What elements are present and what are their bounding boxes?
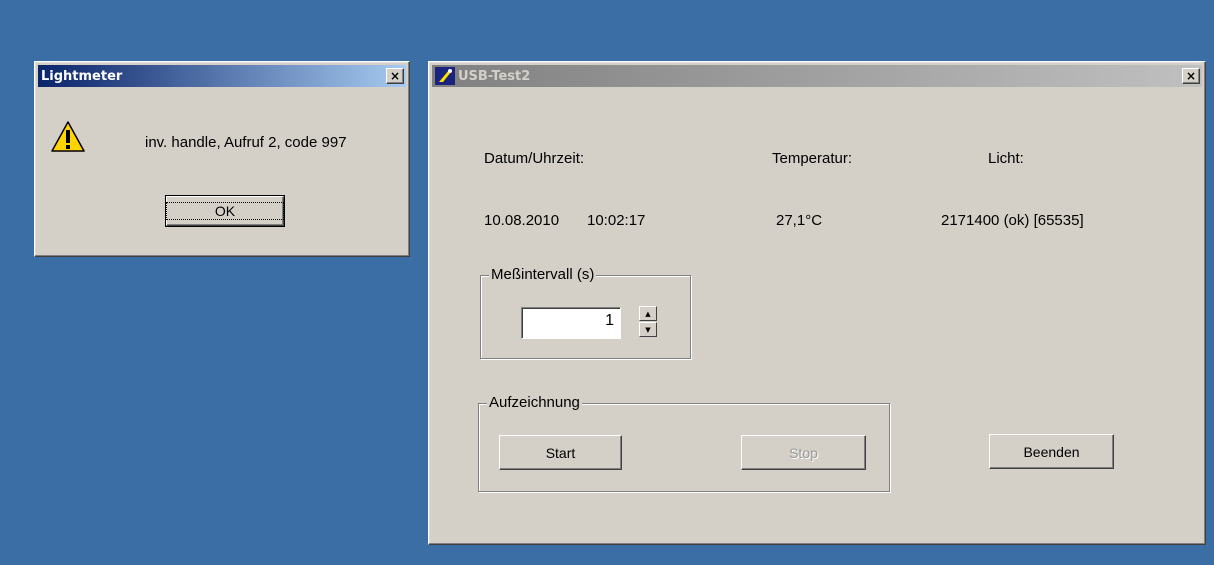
ok-button[interactable]: OK — [165, 195, 285, 227]
interval-group: Meßintervall (s) 1 ▲ ▼ — [480, 266, 691, 359]
warning-icon — [51, 121, 85, 152]
usb-test-title: USB-Test2 — [458, 68, 531, 84]
recording-group-label: Aufzeichnung — [487, 394, 582, 411]
lightmeter-dialog: Lightmeter × inv. handle, Aufruf 2, code… — [34, 61, 410, 257]
quit-button[interactable]: Beenden — [989, 434, 1114, 469]
stop-button-label: Stop — [789, 444, 818, 461]
temperature-header: Temperatur: — [772, 150, 853, 167]
usb-test-close-button[interactable]: × — [1182, 68, 1200, 84]
chevron-up-icon: ▲ — [645, 309, 651, 318]
time-value: 10:02:17 — [587, 212, 646, 229]
interval-group-label: Meßintervall (s) — [489, 266, 597, 283]
usb-app-icon — [435, 67, 455, 85]
lightmeter-titlebar[interactable]: Lightmeter × — [38, 65, 406, 87]
recording-group: Aufzeichnung Start Stop — [478, 394, 890, 492]
datetime-header: Datum/Uhrzeit: — [484, 150, 585, 167]
lightmeter-close-button[interactable]: × — [386, 68, 404, 84]
interval-spin-down[interactable]: ▼ — [639, 322, 657, 337]
usb-test-titlebar[interactable]: USB-Test2 × — [432, 65, 1202, 87]
light-header: Licht: — [988, 150, 1024, 167]
start-button[interactable]: Start — [499, 435, 622, 470]
ok-button-label: OK — [165, 202, 285, 220]
close-icon: × — [1185, 69, 1197, 83]
interval-input[interactable]: 1 — [521, 307, 621, 339]
lightmeter-title: Lightmeter — [41, 68, 123, 84]
close-icon: × — [389, 69, 401, 83]
interval-spin-up[interactable]: ▲ — [639, 306, 657, 321]
date-value: 10.08.2010 — [484, 212, 560, 229]
lightmeter-message: inv. handle, Aufruf 2, code 997 — [145, 134, 347, 151]
light-value: 2171400 (ok) [65535] — [941, 212, 1084, 229]
quit-button-label: Beenden — [1023, 443, 1080, 460]
temperature-value: 27,1°C — [776, 212, 823, 229]
chevron-down-icon: ▼ — [645, 325, 651, 334]
stop-button[interactable]: Stop — [741, 435, 866, 470]
start-button-label: Start — [545, 444, 576, 461]
usb-test-window: USB-Test2 × Datum/Uhrzeit: Temperatur: L… — [428, 61, 1206, 545]
